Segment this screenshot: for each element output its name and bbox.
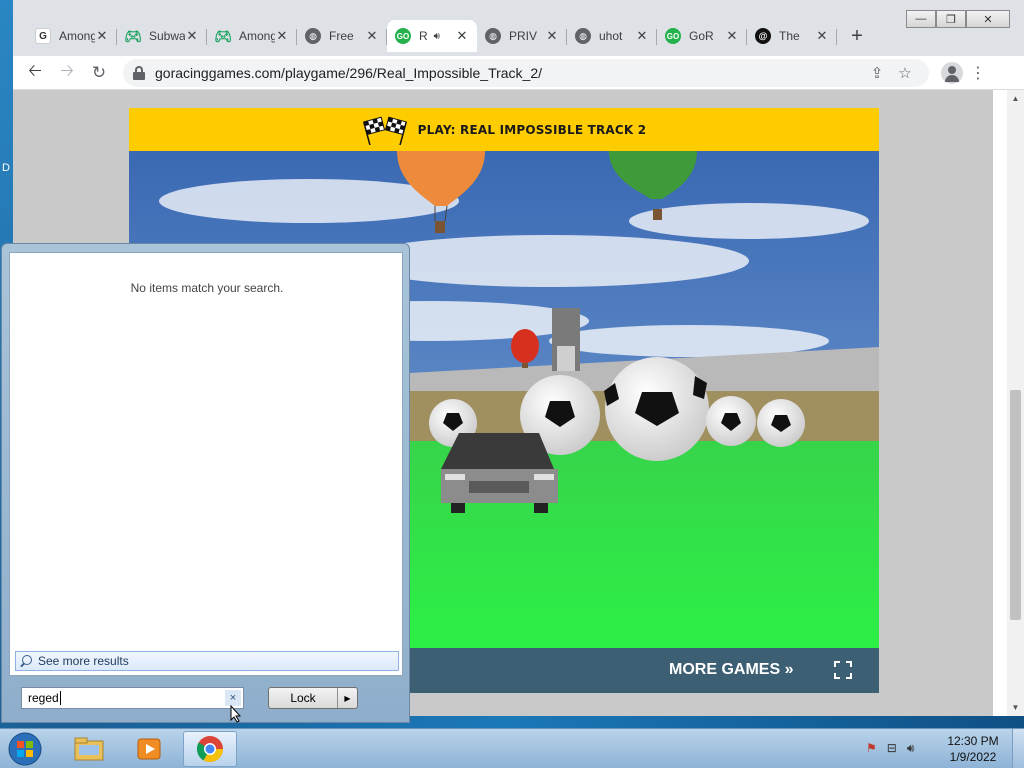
- go-icon: GO: [395, 28, 411, 44]
- taskbar-media-player-button[interactable]: [122, 731, 176, 767]
- clock-time: 12:30 PM: [947, 734, 999, 748]
- chevron-right-icon[interactable]: ▶: [337, 688, 357, 708]
- tab-title: GoR: [689, 29, 714, 43]
- see-more-results-link[interactable]: See more results: [15, 651, 399, 671]
- checkered-flags-icon: [362, 116, 407, 145]
- profile-avatar[interactable]: [941, 61, 963, 84]
- tab-gor[interactable]: GO GoR ✕: [657, 20, 747, 52]
- lock-label: Lock: [290, 691, 316, 705]
- clock-date: 1/9/2022: [949, 750, 997, 764]
- search-results-pane: No items match your search. See more res…: [9, 252, 403, 676]
- mouse-cursor-icon: [230, 705, 242, 723]
- tab-uhot[interactable]: ◍ uhot ✕: [567, 20, 657, 52]
- maximize-button[interactable]: ❐: [936, 10, 966, 28]
- minimize-button[interactable]: —: [906, 10, 936, 28]
- clock[interactable]: 12:30 PM 1/9/2022: [940, 733, 1006, 765]
- game-header: PLAY: REAL IMPOSSIBLE TRACK 2: [129, 108, 879, 151]
- tab-title: PRIV: [509, 29, 538, 43]
- tab-among-2[interactable]: 🎮︎ Among ✕: [207, 20, 297, 52]
- browser-toolbar: 🡠 🡢 ↻ goracinggames.com/playgame/296/Rea…: [13, 56, 1024, 90]
- folder-icon: [74, 737, 104, 761]
- clear-search-button[interactable]: ×: [225, 690, 241, 706]
- close-window-button[interactable]: ✕: [966, 10, 1010, 28]
- media-player-icon: [137, 738, 161, 760]
- start-orb-icon[interactable]: [6, 731, 44, 767]
- tab-real-impossible-track[interactable]: GO R 🔊︎ ✕: [387, 20, 477, 52]
- close-icon[interactable]: ✕: [365, 28, 379, 44]
- tab-title: Free: [329, 29, 354, 43]
- close-icon[interactable]: ✕: [545, 28, 559, 44]
- system-tray: ⚑ ⊟ 🔊︎: [866, 741, 914, 756]
- go-icon: GO: [665, 28, 681, 44]
- fullscreen-icon[interactable]: [834, 661, 852, 679]
- close-icon[interactable]: ✕: [275, 28, 289, 44]
- url-text[interactable]: goracinggames.com/playgame/296/Real_Impo…: [155, 65, 863, 81]
- tab-title: uhot: [599, 29, 623, 43]
- see-more-label: See more results: [38, 654, 129, 668]
- lock-button[interactable]: Lock ▶: [268, 687, 358, 709]
- start-search-input[interactable]: reged ×: [21, 687, 244, 709]
- tab-priv[interactable]: ◍ PRIV ✕: [477, 20, 567, 52]
- close-icon[interactable]: ✕: [635, 28, 649, 44]
- tab-title: Among: [239, 29, 275, 43]
- tab-title: Subway: [149, 29, 185, 43]
- globe-icon: ◍: [575, 28, 591, 44]
- tab-subway[interactable]: 🎮︎ Subway ✕: [117, 20, 207, 52]
- player-car[interactable]: [441, 433, 558, 513]
- ga-icon: G: [35, 28, 51, 44]
- forward-button[interactable]: 🡢: [51, 59, 83, 87]
- tab-free[interactable]: ◍ Free ✕: [297, 20, 387, 52]
- search-input-value: reged: [28, 691, 59, 705]
- back-button[interactable]: 🡠: [19, 59, 51, 87]
- globe-icon: ◍: [305, 28, 321, 44]
- close-icon[interactable]: ✕: [185, 28, 199, 44]
- reload-button[interactable]: ↻: [83, 59, 115, 87]
- taskbar-chrome-button[interactable]: [183, 731, 237, 767]
- menu-dots-icon[interactable]: ⋮: [963, 63, 993, 83]
- desktop-icon-label[interactable]: D: [2, 162, 10, 174]
- threads-icon: @: [755, 28, 771, 44]
- scroll-down-arrow-icon[interactable]: ▼: [1007, 699, 1024, 716]
- lock-icon[interactable]: [133, 65, 145, 80]
- window-controls: — ❐ ✕: [906, 10, 1010, 28]
- address-bar[interactable]: goracinggames.com/playgame/296/Real_Impo…: [123, 58, 929, 87]
- gamepad-icon: 🎮︎: [214, 27, 232, 44]
- tab-among-1[interactable]: G Among ✕: [27, 20, 117, 52]
- scroll-thumb[interactable]: [1010, 390, 1021, 620]
- more-games-link[interactable]: MORE GAMES »: [669, 661, 793, 679]
- tower: [552, 308, 580, 371]
- taskbar-explorer-button[interactable]: [62, 731, 116, 767]
- scroll-up-arrow-icon[interactable]: ▲: [1007, 90, 1024, 107]
- speaker-icon[interactable]: 🔊︎: [434, 31, 440, 42]
- gamepad-icon: 🎮︎: [124, 27, 142, 44]
- action-center-flag-icon[interactable]: ⚑: [866, 741, 877, 756]
- taskbar: ⚑ ⊟ 🔊︎ 12:30 PM 1/9/2022: [0, 728, 1024, 768]
- game-title: PLAY: REAL IMPOSSIBLE TRACK 2: [417, 122, 647, 137]
- close-icon[interactable]: ✕: [95, 28, 109, 44]
- tab-strip: G Among ✕ 🎮︎ Subway ✕ 🎮︎ Among ✕ ◍ Free …: [13, 0, 1024, 56]
- tab-title: The: [779, 29, 800, 43]
- chrome-icon: [196, 736, 224, 763]
- no-results-message: No items match your search.: [130, 281, 284, 295]
- volume-icon[interactable]: 🔊︎: [907, 741, 915, 756]
- tab-the[interactable]: @ The ✕: [747, 20, 837, 52]
- search-icon: [20, 655, 32, 667]
- close-icon[interactable]: ✕: [815, 28, 829, 44]
- new-tab-button[interactable]: +: [843, 20, 871, 52]
- tab-list: G Among ✕ 🎮︎ Subway ✕ 🎮︎ Among ✕ ◍ Free …: [27, 20, 871, 52]
- tab-title: R: [419, 29, 428, 43]
- network-icon[interactable]: ⊟: [887, 741, 897, 756]
- close-icon[interactable]: ✕: [455, 28, 469, 44]
- tab-title: Among: [59, 29, 95, 43]
- start-menu: No items match your search. See more res…: [1, 243, 410, 723]
- globe-icon: ◍: [485, 28, 501, 44]
- show-desktop-button[interactable]: [1012, 729, 1024, 768]
- star-icon[interactable]: ☆: [891, 64, 919, 82]
- close-icon[interactable]: ✕: [725, 28, 739, 44]
- page-scrollbar[interactable]: ▲ ▼: [1007, 90, 1024, 716]
- share-icon[interactable]: ⇪: [863, 64, 891, 82]
